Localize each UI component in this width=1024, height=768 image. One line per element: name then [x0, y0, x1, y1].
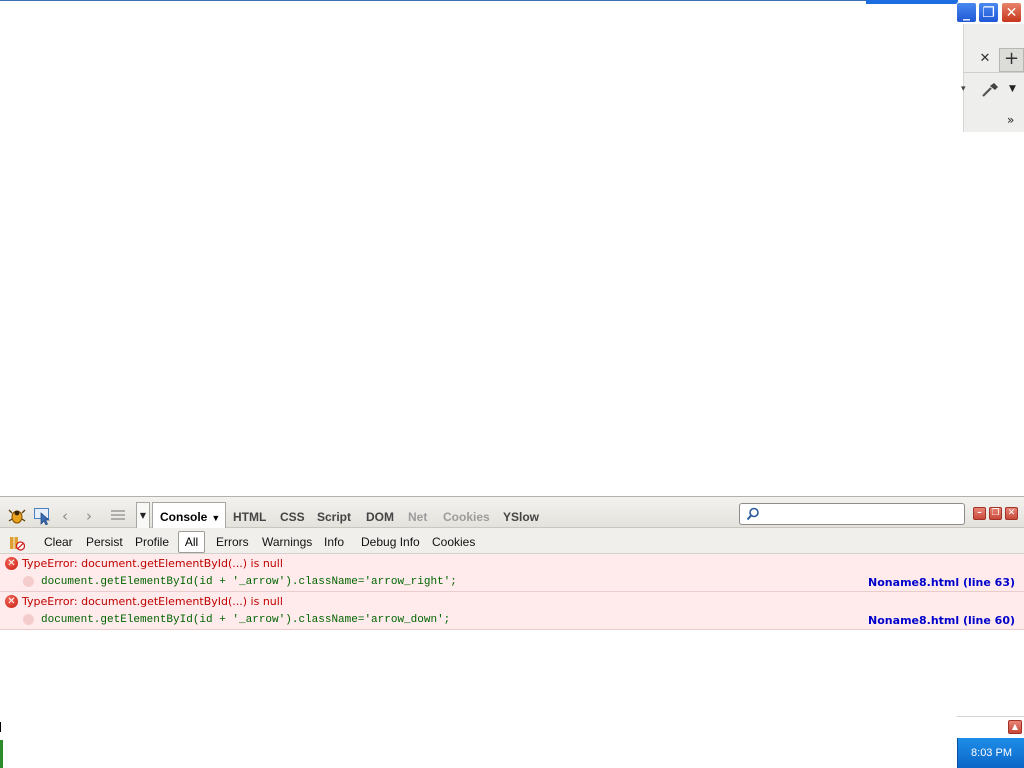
forward-arrow-icon[interactable]: ›: [86, 507, 92, 525]
toolbar-overflow-icon[interactable]: »: [1007, 113, 1014, 127]
search-input[interactable]: [762, 506, 964, 524]
firebug-minimize-button[interactable]: –: [973, 507, 986, 520]
filter-errors-button[interactable]: Errors: [216, 535, 249, 549]
firebug-search[interactable]: [739, 503, 965, 525]
tab-dom[interactable]: DOM: [366, 510, 394, 524]
new-tab-button[interactable]: +: [999, 48, 1024, 72]
browser-chrome-fragment: [963, 24, 1024, 132]
error-message[interactable]: TypeError: document.getElementById(...) …: [22, 557, 283, 570]
break-on-error-icon[interactable]: [9, 535, 25, 551]
tab-console-label: Console: [160, 510, 208, 524]
command-line-caret[interactable]: [0, 722, 1, 732]
taskbar-clock: 8:03 PM: [957, 738, 1024, 768]
back-arrow-icon[interactable]: ‹: [62, 507, 68, 525]
firebug-close-button[interactable]: ✕: [1005, 507, 1018, 520]
chevron-down-icon[interactable]: ▾: [961, 84, 966, 94]
search-icon: [746, 507, 759, 521]
clear-button[interactable]: Clear: [44, 535, 73, 549]
tab-html[interactable]: HTML: [233, 510, 266, 524]
error-source-code: document.getElementById(id + '_arrow').c…: [41, 576, 457, 588]
breakpoint-toggle-icon[interactable]: [23, 614, 34, 625]
minimize-button[interactable]: _: [956, 2, 977, 23]
toolbar-dropdown-icon[interactable]: ▼: [1009, 84, 1019, 94]
eyedropper-icon[interactable]: [980, 82, 1000, 98]
error-icon: ✕: [5, 595, 18, 608]
error-source-code: document.getElementById(id + '_arrow').c…: [41, 614, 451, 626]
error-message[interactable]: TypeError: document.getElementById(...) …: [22, 595, 283, 608]
window-top-edge: [0, 0, 866, 1]
filter-debug-info-button[interactable]: Debug Info: [361, 535, 420, 549]
filter-cookies-button[interactable]: Cookies: [432, 535, 475, 549]
firebug-detach-button[interactable]: ❐: [989, 507, 1002, 520]
breakpoint-toggle-icon[interactable]: [23, 576, 34, 587]
tab-script[interactable]: Script: [317, 510, 351, 524]
inspect-element-icon[interactable]: [33, 507, 51, 525]
persist-button[interactable]: Persist: [86, 535, 123, 549]
tab-console[interactable]: Console ▼: [152, 502, 226, 528]
profile-button[interactable]: Profile: [135, 535, 169, 549]
filter-all-button[interactable]: All: [178, 531, 205, 553]
tab-net[interactable]: Net: [408, 510, 427, 524]
error-source-link[interactable]: Noname8.html (line 60): [868, 614, 1015, 627]
chevron-down-icon[interactable]: ▼: [211, 513, 220, 523]
list-menu-icon[interactable]: [108, 507, 128, 523]
close-window-button[interactable]: ✕: [1001, 2, 1022, 23]
filter-info-button[interactable]: Info: [324, 535, 344, 549]
tab-yslow[interactable]: YSlow: [503, 510, 539, 524]
error-icon: ✕: [5, 557, 18, 570]
error-source-link[interactable]: Noname8.html (line 63): [868, 576, 1015, 589]
panel-menu-dropdown[interactable]: ▼: [136, 502, 150, 528]
taskbar-start-edge: [0, 740, 3, 768]
filter-warnings-button[interactable]: Warnings: [262, 535, 312, 549]
firebug-bug-icon[interactable]: [8, 507, 26, 525]
close-tab-icon[interactable]: ✕: [978, 52, 992, 66]
expand-command-line-icon[interactable]: ▲: [1008, 720, 1022, 734]
title-bar-fragment: [866, 0, 958, 4]
restore-button[interactable]: ❐: [978, 2, 999, 23]
toolbar-divider: [963, 72, 1024, 73]
tab-css[interactable]: CSS: [280, 510, 305, 524]
tab-cookies[interactable]: Cookies: [443, 510, 490, 524]
